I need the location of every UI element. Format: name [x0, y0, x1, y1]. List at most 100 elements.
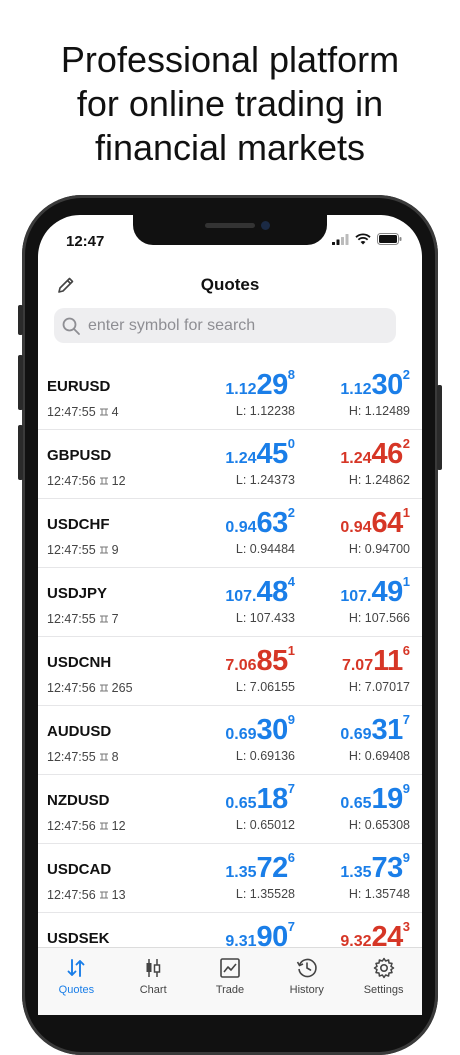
ask-price-prefix: 107.: [340, 588, 372, 605]
quote-spread: 13: [111, 888, 126, 902]
high-value: H: 7.07017: [348, 680, 410, 694]
ask-price-fraction: 2: [402, 436, 410, 451]
ask-price-fraction: 6: [402, 643, 410, 658]
headline-line-3: financial markets: [94, 127, 366, 168]
spread-icon: [99, 753, 108, 761]
quote-time: 12:47:55: [47, 543, 96, 557]
ask-price[interactable]: 0.69317: [340, 712, 410, 747]
high-value: H: 1.24862: [348, 473, 410, 487]
tab-settings[interactable]: Settings: [345, 948, 422, 1015]
ask-price-pips: 64: [371, 507, 404, 539]
quote-meta: 12:47:55 8: [47, 750, 119, 764]
phone-side-button: [18, 425, 23, 480]
tab-trade[interactable]: Trade: [192, 948, 269, 1015]
bid-price-pips: 45: [256, 438, 289, 470]
bid-price[interactable]: 1.12298: [225, 367, 295, 402]
tab-chart[interactable]: Chart: [115, 948, 192, 1015]
quote-spread: 12: [111, 474, 126, 488]
quote-spread: 265: [111, 681, 133, 695]
quote-row-nzdusd[interactable]: NZDUSD 12:47:56 12 0.65187 0.65199 L: 0.65012…: [38, 775, 422, 844]
bid-price-fraction: 7: [287, 781, 295, 796]
bid-price-fraction: 7: [287, 919, 295, 934]
candlestick-chart-icon: [146, 959, 161, 977]
ask-price-fraction: 2: [402, 367, 410, 382]
speaker: [205, 223, 255, 228]
low-value: L: 107.433: [235, 611, 295, 625]
headline-line-2: for online trading in: [76, 83, 384, 124]
front-camera: [261, 221, 270, 230]
bid-price-fraction: 9: [287, 712, 295, 727]
headline-line-1: Professional platform: [60, 39, 400, 80]
quote-time: 12:47:55: [47, 405, 96, 419]
quote-symbol: GBPUSD: [47, 447, 112, 464]
ask-price-pips: 30: [371, 369, 404, 401]
tab-quotes[interactable]: Quotes: [38, 948, 115, 1015]
quote-row-usdchf[interactable]: USDCHF 12:47:55 9 0.94632 0.94641 L: 0.94484 H…: [38, 499, 422, 568]
quotes-list: EURUSD 12:47:55 4 1.12298 1.12302 L: 1.12238 H…: [38, 361, 422, 982]
search-input[interactable]: [86, 315, 390, 336]
ask-price[interactable]: 1.24462: [340, 436, 410, 471]
ask-price-pips: 73: [371, 852, 404, 884]
quote-spread: 12: [111, 819, 126, 833]
quote-row-usdjpy[interactable]: USDJPY 12:47:55 7 107.484 107.491 L: 107.433 H…: [38, 568, 422, 637]
bid-price-fraction: 2: [287, 505, 295, 520]
bid-price[interactable]: 7.06851: [225, 643, 295, 678]
low-value: L: 7.06155: [235, 680, 295, 694]
quote-meta: 12:47:56 12: [47, 474, 126, 488]
bid-price[interactable]: 107.484: [225, 574, 295, 609]
ask-price[interactable]: 0.94641: [340, 505, 410, 540]
bid-price[interactable]: 0.65187: [225, 781, 295, 816]
gear-icon: [373, 957, 394, 979]
tab-label: Trade: [215, 984, 245, 996]
quotes-arrows-icon: [67, 959, 85, 977]
phone-side-button: [18, 305, 23, 335]
ask-price-prefix: 7.07: [341, 657, 374, 674]
ask-price[interactable]: 107.491: [340, 574, 410, 609]
signal-icon: [332, 233, 349, 245]
history-clock-icon: [296, 958, 317, 978]
bid-price-pips: 72: [256, 852, 289, 884]
ask-price-prefix: 1.24: [340, 450, 372, 467]
spread-icon: [99, 615, 108, 623]
tab-label: History: [289, 984, 324, 996]
quote-row-audusd[interactable]: AUDUSD 12:47:55 8 0.69309 0.69317 L: 0.69136 H…: [38, 706, 422, 775]
tab-history[interactable]: History: [268, 948, 345, 1015]
bid-price-pips: 48: [256, 576, 289, 608]
ask-price[interactable]: 7.07116: [341, 643, 410, 678]
bid-price[interactable]: 0.94632: [225, 505, 295, 540]
quote-row-eurusd[interactable]: EURUSD 12:47:55 4 1.12298 1.12302 L: 1.12238 H…: [38, 361, 422, 430]
bid-price-fraction: 4: [287, 574, 295, 589]
ask-price-fraction: 9: [402, 850, 410, 865]
bid-price[interactable]: 1.35726: [225, 850, 295, 885]
quote-symbol: USDJPY: [47, 585, 108, 602]
ask-price[interactable]: 1.12302: [340, 367, 410, 402]
quote-row-gbpusd[interactable]: GBPUSD 12:47:56 12 1.24450 1.24462 L: 1.24373…: [38, 430, 422, 499]
bid-price-prefix: 1.35: [225, 864, 257, 881]
quote-time: 12:47:56: [47, 474, 96, 488]
bid-price-pips: 29: [256, 369, 289, 401]
bid-price-prefix: 0.69: [225, 726, 257, 743]
ask-price-pips: 19: [371, 783, 404, 815]
bid-price-fraction: 8: [287, 367, 295, 382]
quote-time: 12:47:56: [47, 888, 96, 902]
ask-price-pips: 11: [373, 645, 403, 677]
ask-price-fraction: 9: [402, 781, 410, 796]
quote-row-usdcnh[interactable]: USDCNH 12:47:56 265 7.06851 7.07116 L: 7.0615…: [38, 637, 422, 706]
wifi-icon: [355, 233, 371, 245]
ask-price[interactable]: 1.35739: [340, 850, 410, 885]
phone-notch: [133, 215, 327, 245]
quote-row-usdcad[interactable]: USDCAD 12:47:56 13 1.35726 1.35739 L: 1.35528…: [38, 844, 422, 913]
quote-spread: 4: [111, 405, 119, 419]
low-value: L: 0.94484: [235, 542, 295, 556]
ask-price[interactable]: 0.65199: [340, 781, 410, 816]
tab-bar: Quotes Chart Trade History Settings: [38, 947, 422, 1015]
quote-symbol: AUDUSD: [47, 723, 112, 740]
search-bar[interactable]: [54, 308, 396, 343]
bid-price-prefix: 0.65: [225, 795, 257, 812]
bid-price[interactable]: 1.24450: [225, 436, 295, 471]
battery-icon: [377, 233, 402, 245]
low-value: L: 1.24373: [235, 473, 295, 487]
bid-price[interactable]: 0.69309: [225, 712, 295, 747]
ask-price-prefix: 0.65: [340, 795, 372, 812]
spread-icon: [99, 822, 108, 830]
